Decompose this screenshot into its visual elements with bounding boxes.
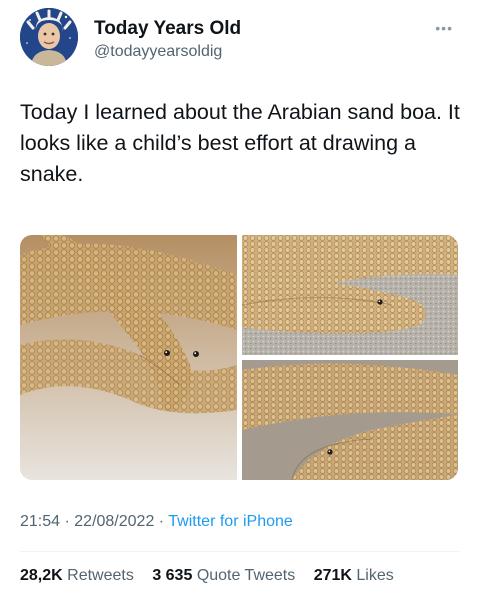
tweet-stats: 28,2K Retweets 3 635 Quote Tweets 271K L… [20,567,408,585]
retweets-label: Retweets [67,567,134,584]
sand-boa-photo-2[interactable] [242,235,458,355]
likes-stat[interactable]: 271K Likes [314,567,394,584]
quote-tweets-label: Quote Tweets [196,567,296,584]
tweet-time[interactable]: 21:54 [20,513,60,530]
media-grid [20,235,458,480]
quote-tweets-count: 3 635 [152,567,193,584]
likes-label: Likes [356,567,394,584]
avatar-image [20,8,78,66]
retweets-count: 28,2K [20,567,63,584]
avatar[interactable] [20,8,78,66]
user-handle[interactable]: @todayyearsoldig [94,42,241,62]
likes-count: 271K [313,567,352,584]
tweet-meta: 21:54 · 22/08/2022 · Twitter for iPhone [20,513,293,531]
retweets-stat[interactable]: 28,2K Retweets [20,567,134,584]
sand-boa-photo-3[interactable] [242,360,458,480]
divider [20,551,459,552]
quote-tweets-stat[interactable]: 3 635 Quote Tweets [152,567,295,584]
sand-boa-photo-1[interactable] [20,235,237,480]
tweet: Today Years Old @todayyearsoldig ••• Tod… [0,0,479,600]
meta-separator: · [154,513,169,530]
meta-separator: · [60,513,75,530]
tweet-text: Today I learned about the Arabian sand b… [20,100,460,186]
display-name[interactable]: Today Years Old [94,18,241,40]
tweet-author: Today Years Old @todayyearsoldig [94,18,241,62]
more-options-icon[interactable]: ••• [435,20,453,36]
tweet-date[interactable]: 22/08/2022 [74,513,154,530]
tweet-source-link[interactable]: Twitter for iPhone [168,513,293,530]
